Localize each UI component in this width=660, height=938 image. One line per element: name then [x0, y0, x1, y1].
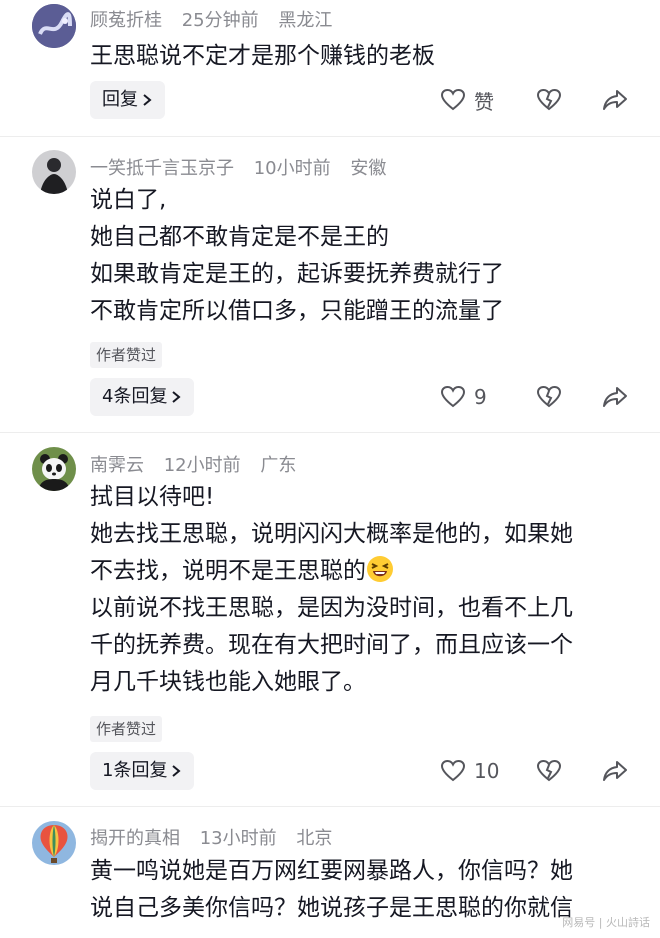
dislike-button[interactable] — [536, 755, 562, 787]
comment-line: 她去找王思聪，说明闪闪大概率是他的，如果她 — [90, 521, 573, 547]
broken-heart-icon — [536, 385, 562, 408]
like-button[interactable]: 9 — [440, 381, 487, 413]
heart-icon — [440, 88, 466, 111]
share-button[interactable] — [602, 381, 628, 413]
like-count: 10 — [474, 759, 500, 783]
comment-text: 黄一鸣说她是百万网红要网暴路人，你信吗？她 说自己多美你信吗？她说孩子是王思聪的… — [90, 853, 635, 927]
comment-line: 王思聪说不定才是那个赚钱的老板 — [90, 43, 435, 69]
comment-line: 月几千块钱也能入她眼了。 — [90, 669, 366, 695]
divider — [0, 806, 660, 807]
avatar[interactable] — [32, 4, 76, 48]
avatar-figure-icon — [32, 150, 76, 194]
comment-line: 黄一鸣说她是百万网红要网暴路人，你信吗？她 — [90, 858, 573, 884]
comment-line: 如果敢肯定是王的，起诉要抚养费就行了 — [90, 261, 504, 287]
avatar-balloon-icon — [32, 821, 76, 865]
like-button[interactable]: 赞 — [440, 84, 494, 116]
comment-actions: 10 — [0, 755, 660, 787]
comment-line: 千的抚养费。现在有大把时间了，而且应该一个 — [90, 632, 573, 658]
dislike-button[interactable] — [536, 84, 562, 116]
like-label: 赞 — [474, 89, 494, 114]
comment-location: 北京 — [296, 828, 333, 849]
avatar[interactable] — [32, 821, 76, 865]
heart-icon — [440, 385, 466, 408]
comment-meta: 南霁云 12小时前 广东 — [90, 451, 310, 477]
username[interactable]: 顾菟折桂 — [90, 10, 162, 31]
share-arrow-icon — [603, 387, 627, 407]
comment-line: 说自己多美你信吗？她说孩子是王思聪的你就信 — [90, 895, 573, 921]
watermark: 网易号 | 火山詩话 — [562, 916, 650, 929]
comment-time: 10小时前 — [253, 158, 331, 179]
share-button[interactable] — [602, 755, 628, 787]
like-count: 9 — [474, 385, 487, 409]
comment-line: 拭目以待吧! — [90, 484, 215, 510]
dislike-button[interactable] — [536, 381, 562, 413]
share-button[interactable] — [602, 84, 628, 116]
comment-time: 12小时前 — [163, 455, 241, 476]
comment-meta: 揭开的真相 13小时前 北京 — [90, 824, 346, 850]
comment-meta: 顾菟折桂 25分钟前 黑龙江 — [90, 6, 346, 32]
username[interactable]: 南霁云 — [90, 455, 144, 476]
avatar-panda-icon — [32, 447, 76, 491]
comment-text: 王思聪说不定才是那个赚钱的老板 — [90, 38, 635, 75]
comment-line-text: 不去找，说明不是王思聪的 — [90, 558, 366, 584]
comment-line: 她自己都不敢肯定是不是王的 — [90, 224, 389, 250]
comment-location: 黑龙江 — [278, 10, 333, 31]
share-arrow-icon — [603, 761, 627, 781]
comment-line: 不敢肯定所以借口多，只能蹭王的流量了 — [90, 298, 504, 324]
like-button[interactable]: 10 — [440, 755, 499, 787]
author-liked-badge: 作者赞过 — [90, 716, 163, 742]
comment-line: 不去找，说明不是王思聪的 — [90, 553, 635, 590]
avatar-dragon-icon — [32, 4, 76, 48]
comment-time: 13小时前 — [199, 828, 277, 849]
comment-actions: 赞 — [0, 84, 660, 116]
broken-heart-icon — [536, 759, 562, 782]
avatar[interactable] — [32, 150, 76, 194]
comment-meta: 一笑抵千言玉京子 10小时前 安徽 — [90, 154, 400, 180]
author-liked-badge: 作者赞过 — [90, 342, 163, 368]
divider — [0, 136, 660, 137]
comment-line: 说白了, — [90, 187, 167, 213]
laughing-emoji-icon — [367, 556, 393, 582]
username[interactable]: 一笑抵千言玉京子 — [90, 158, 234, 179]
comment-text: 说白了, 她自己都不敢肯定是不是王的 如果敢肯定是王的，起诉要抚养费就行了 不敢… — [90, 182, 635, 330]
divider — [0, 432, 660, 433]
comment-location: 安徽 — [350, 158, 387, 179]
username[interactable]: 揭开的真相 — [90, 828, 180, 849]
share-arrow-icon — [603, 90, 627, 110]
broken-heart-icon — [536, 88, 562, 111]
comment-text: 拭目以待吧! 她去找王思聪，说明闪闪大概率是他的，如果她 不去找，说明不是王思聪… — [90, 479, 635, 701]
comment-actions: 9 — [0, 381, 660, 413]
comment-time: 25分钟前 — [181, 10, 259, 31]
avatar[interactable] — [32, 447, 76, 491]
comment-line: 以前说不找王思聪，是因为没时间，也看不上几 — [90, 595, 573, 621]
comment-location: 广东 — [260, 455, 297, 476]
heart-icon — [440, 759, 466, 782]
